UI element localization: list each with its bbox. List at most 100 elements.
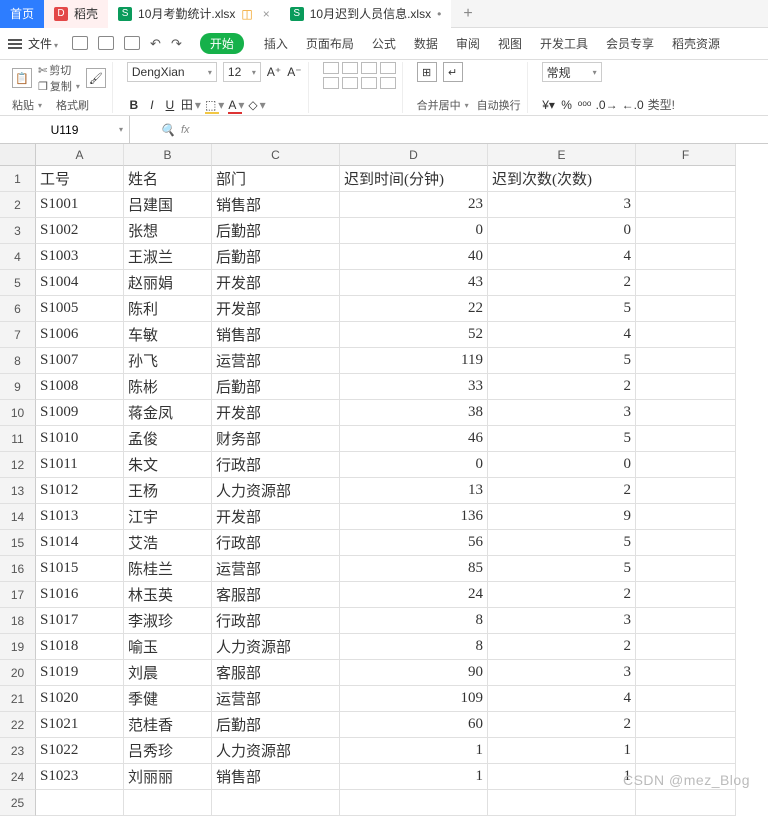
cell[interactable]: 运营部 (212, 556, 340, 582)
tab-home[interactable]: 首页 (0, 0, 44, 28)
cell[interactable] (636, 686, 736, 712)
cell[interactable] (636, 400, 736, 426)
cell[interactable]: 喻玉 (124, 634, 212, 660)
ribbon-tab-view[interactable]: 视图 (498, 35, 522, 52)
cell[interactable]: 2 (488, 478, 636, 504)
cell[interactable]: 2 (488, 634, 636, 660)
tab-daoke[interactable]: D稻壳 (44, 0, 108, 28)
cell[interactable] (636, 660, 736, 686)
ribbon-tab-formula[interactable]: 公式 (372, 35, 396, 52)
cell[interactable]: 9 (488, 504, 636, 530)
cell[interactable]: S1018 (36, 634, 124, 660)
cell[interactable]: 46 (340, 426, 488, 452)
cell[interactable]: 8 (340, 634, 488, 660)
cell[interactable]: 4 (488, 322, 636, 348)
ribbon-tab-data[interactable]: 数据 (414, 35, 438, 52)
column-header-B[interactable]: B (124, 144, 212, 166)
cell[interactable] (636, 452, 736, 478)
decrease-font-icon[interactable]: A⁻ (287, 65, 301, 79)
row-header[interactable]: 6 (0, 296, 36, 322)
ribbon-tab-layout[interactable]: 页面布局 (306, 35, 354, 52)
cell[interactable]: 109 (340, 686, 488, 712)
cell[interactable]: 4 (488, 244, 636, 270)
cell[interactable]: S1017 (36, 608, 124, 634)
row-header[interactable]: 21 (0, 686, 36, 712)
cell[interactable] (636, 322, 736, 348)
cell[interactable]: 陈彬 (124, 374, 212, 400)
cell[interactable] (636, 582, 736, 608)
cell[interactable]: 136 (340, 504, 488, 530)
cell[interactable]: 刘丽丽 (124, 764, 212, 790)
cell[interactable]: 吕建国 (124, 192, 212, 218)
column-header-F[interactable]: F (636, 144, 736, 166)
cell[interactable]: 刘晨 (124, 660, 212, 686)
cell[interactable]: 2 (488, 270, 636, 296)
cell[interactable]: 王淑兰 (124, 244, 212, 270)
row-header[interactable]: 16 (0, 556, 36, 582)
cell[interactable]: 1 (340, 764, 488, 790)
cell[interactable]: 孟俊 (124, 426, 212, 452)
cell[interactable]: 迟到次数(次数) (488, 166, 636, 192)
cell[interactable]: 行政部 (212, 608, 340, 634)
tab-file-late[interactable]: S 10月迟到人员信息.xlsx • (280, 0, 452, 28)
cell[interactable]: 客服部 (212, 582, 340, 608)
cell[interactable]: 艾浩 (124, 530, 212, 556)
row-header[interactable]: 10 (0, 400, 36, 426)
cell[interactable]: S1003 (36, 244, 124, 270)
cell[interactable]: 后勤部 (212, 374, 340, 400)
cell[interactable] (636, 426, 736, 452)
cell[interactable]: 开发部 (212, 296, 340, 322)
name-box-input[interactable] (25, 123, 105, 137)
cell[interactable]: S1002 (36, 218, 124, 244)
ribbon-tab-insert[interactable]: 插入 (264, 35, 288, 52)
cell[interactable]: 3 (488, 608, 636, 634)
underline-button[interactable]: U (163, 98, 177, 112)
cell[interactable]: 陈桂兰 (124, 556, 212, 582)
column-header-D[interactable]: D (340, 144, 488, 166)
increase-font-icon[interactable]: A⁺ (267, 65, 281, 79)
row-header[interactable]: 9 (0, 374, 36, 400)
fill-color-button[interactable]: ⬚▾ (205, 98, 224, 112)
select-all-corner[interactable] (0, 144, 36, 166)
merge-button[interactable]: 合并居中▾ (417, 97, 469, 113)
cell[interactable]: S1022 (36, 738, 124, 764)
redo-button[interactable]: ↷ (171, 36, 182, 52)
cell[interactable]: 3 (488, 400, 636, 426)
cell[interactable]: 1 (488, 764, 636, 790)
hamburger-icon[interactable] (8, 37, 22, 51)
cell[interactable]: 0 (488, 218, 636, 244)
fx-icon[interactable]: fx (181, 124, 190, 136)
cell[interactable]: S1001 (36, 192, 124, 218)
row-header[interactable]: 7 (0, 322, 36, 348)
cell[interactable]: 后勤部 (212, 244, 340, 270)
cell[interactable] (212, 790, 340, 816)
cell[interactable]: 56 (340, 530, 488, 556)
cell[interactable]: 吕秀珍 (124, 738, 212, 764)
cell[interactable]: 4 (488, 686, 636, 712)
cell[interactable]: S1004 (36, 270, 124, 296)
wrap-button[interactable]: 自动换行 (477, 97, 521, 113)
cell[interactable] (636, 712, 736, 738)
cell[interactable]: S1007 (36, 348, 124, 374)
cell[interactable]: S1014 (36, 530, 124, 556)
cell[interactable]: 0 (340, 218, 488, 244)
ribbon-tab-dkres[interactable]: 稻壳资源 (672, 35, 720, 52)
ribbon-tab-dev[interactable]: 开发工具 (540, 35, 588, 52)
cell[interactable]: 范桂香 (124, 712, 212, 738)
qat-save-icon[interactable] (72, 36, 88, 50)
cell[interactable]: 林玉英 (124, 582, 212, 608)
undo-button[interactable]: ↶ (150, 36, 161, 52)
cell[interactable]: 8 (340, 608, 488, 634)
close-icon[interactable]: × (263, 7, 270, 21)
row-header[interactable]: 18 (0, 608, 36, 634)
cell[interactable] (636, 296, 736, 322)
cell[interactable]: 季健 (124, 686, 212, 712)
ribbon-tab-start[interactable]: 开始 (200, 33, 244, 54)
cell[interactable] (636, 634, 736, 660)
cell[interactable]: 赵丽娟 (124, 270, 212, 296)
cell[interactable]: 开发部 (212, 504, 340, 530)
row-header[interactable]: 13 (0, 478, 36, 504)
cell[interactable]: 2 (488, 582, 636, 608)
qat-print-icon[interactable] (98, 36, 114, 50)
inc-decimal-button[interactable]: .0→ (596, 98, 618, 112)
